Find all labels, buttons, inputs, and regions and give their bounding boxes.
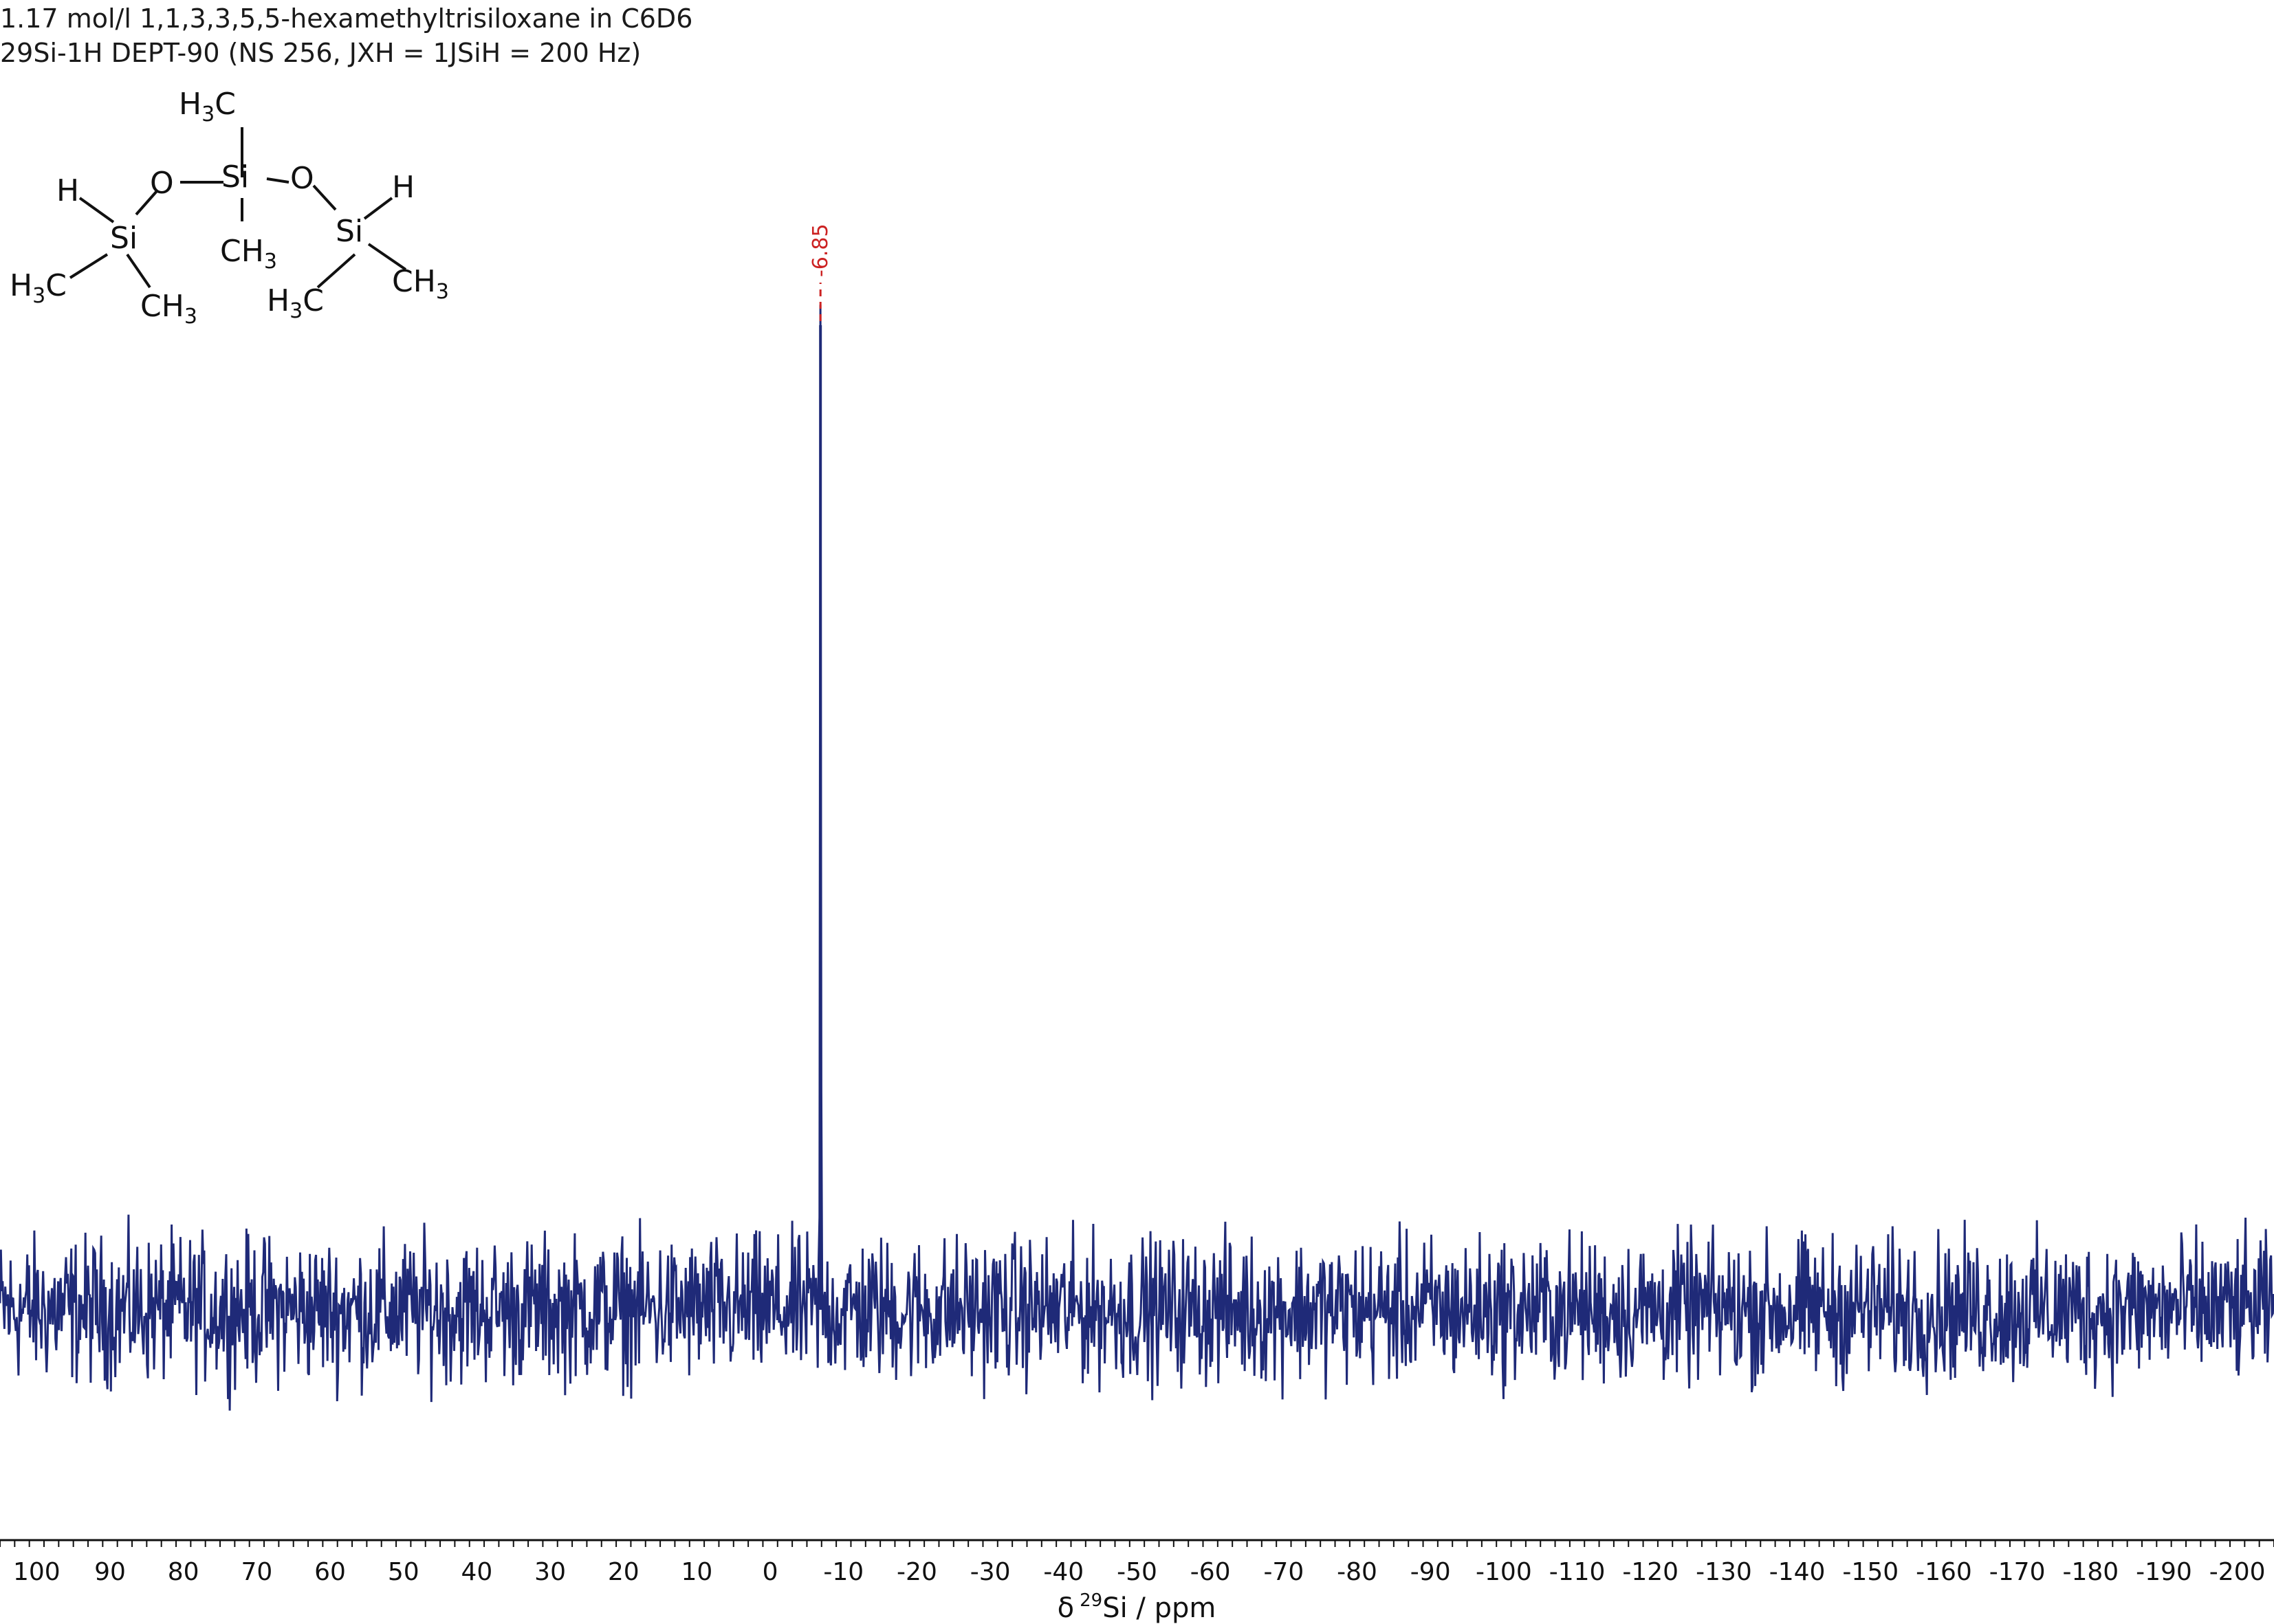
x-tick-label: 10 [681,1558,713,1586]
atom-si-left: Si [110,221,138,256]
group-ch3-right-a: H3C [267,283,324,323]
group-ch3-top: H3C [179,87,236,127]
x-axis: 100 90 80 70 60 50 40 30 20 10 0 -10 -20 -30 -40 -50 -60… [0,1539,2274,1586]
x-tick-label: 70 [241,1558,272,1586]
x-tick-label: -140 [1769,1558,1826,1586]
atom-o-left: O [150,166,174,201]
x-axis-title: δ 29Si / ppm [1058,1590,1216,1624]
atom-o-right: O [290,161,314,196]
group-ch3-right-b: CH3 [392,264,449,304]
x-tick-label: 60 [314,1558,346,1586]
x-tick-label: -110 [1549,1558,1606,1586]
x-tick-label: 30 [534,1558,566,1586]
x-tick-label: -30 [970,1558,1011,1586]
x-tick-label: -60 [1190,1558,1231,1586]
group-ch3-left-b: CH3 [140,289,197,329]
x-tick-label: -40 [1043,1558,1084,1586]
x-tick-label: -200 [2209,1558,2266,1586]
atom-si-right: Si [336,214,363,249]
x-axis-title-nucleus-unit: Si / ppm [1102,1592,1216,1624]
molecule-structure-hexamethyltrisiloxane: H O Si O H Si Si H3C CH3 H3C CH3 H3C CH3 [10,87,449,329]
x-tick-label: 50 [388,1558,419,1586]
x-tick-label: -100 [1476,1558,1532,1586]
atom-si-center: Si [221,160,249,195]
group-ch3-center-bottom: CH3 [220,234,277,274]
x-tick-label: 100 [13,1558,61,1586]
x-tick-label: 80 [168,1558,199,1586]
x-tick-label: -50 [1117,1558,1157,1586]
x-tick-label: -80 [1337,1558,1377,1586]
x-tick-label: -20 [897,1558,937,1586]
spectrum-trace-line [0,305,2274,1411]
group-ch3-left-a: H3C [10,268,67,308]
x-tick-label: -90 [1410,1558,1451,1586]
x-tick-label: -120 [1622,1558,1679,1586]
peak-label: -6.85 [809,223,833,277]
atom-h-left: H [56,173,79,208]
x-tick-label: -70 [1263,1558,1304,1586]
x-tick-label: 40 [461,1558,492,1586]
x-axis-title-isotope-superscript: 29 [1080,1590,1102,1611]
nmr-spectrum-chart: H O Si O H Si Si H3C CH3 H3C CH3 H3C CH3… [0,87,2274,1624]
x-tick-label: 90 [94,1558,126,1586]
x-tick-label: -160 [1916,1558,1972,1586]
x-tick-label: -150 [1842,1558,1899,1586]
x-tick-label: -10 [823,1558,864,1586]
atom-h-right: H [392,170,415,205]
x-tick-label: -170 [1989,1558,2046,1586]
x-axis-title-delta: δ [1058,1592,1074,1624]
peak-annotations: -6.85 [809,223,833,321]
x-tick-label: 0 [763,1558,778,1586]
x-tick-label: -180 [2062,1558,2119,1586]
x-tick-label: -130 [1696,1558,1752,1586]
x-tick-label: 20 [608,1558,639,1586]
x-tick-label: -190 [2136,1558,2192,1586]
spectrum-trace-group [0,305,2274,1411]
